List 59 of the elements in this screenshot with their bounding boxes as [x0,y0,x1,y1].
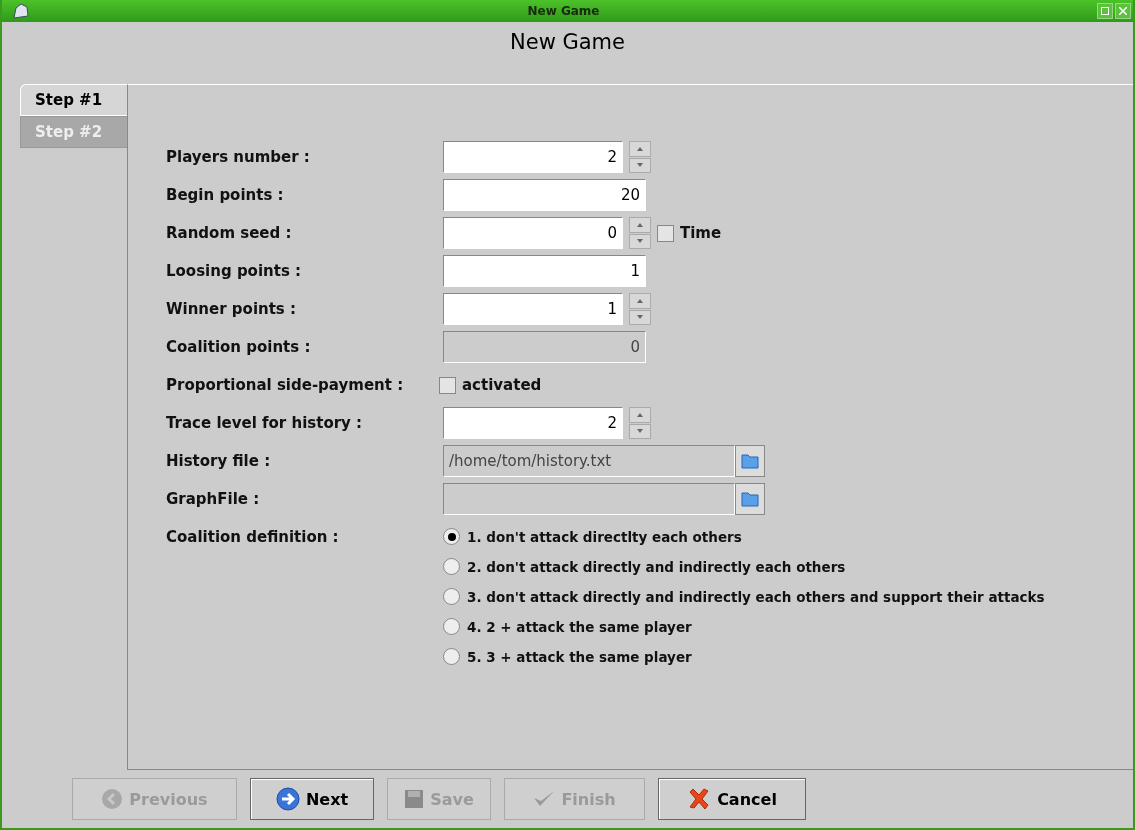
checkbox-label: activated [462,376,542,394]
close-icon [1119,7,1127,15]
step-tab[interactable]: Step #1 [20,84,127,116]
checkbox[interactable] [657,224,674,242]
number-field[interactable]: 0 [443,217,623,249]
field-label: Players number : [166,147,311,168]
down-arrow-icon [637,163,643,168]
file-path-field[interactable] [443,483,735,515]
folder-icon [741,491,759,507]
down-arrow-icon [637,429,643,434]
down-arrow-icon [637,239,643,244]
up-arrow-icon [637,146,643,151]
spinner-arrows[interactable] [629,217,651,249]
radio-button[interactable] [443,588,460,605]
field-label: Begin points : [166,185,285,206]
radio-button[interactable] [443,648,460,665]
checkbox[interactable] [439,376,456,394]
radio-label: 4. 2 + attack the same player [467,618,692,635]
browse-button[interactable] [735,483,765,515]
up-arrow-icon [637,412,643,417]
app-icon [12,2,30,20]
field-label: Coalition points : [166,337,312,358]
file-path-field[interactable]: /home/tom/history.txt [443,445,735,477]
dialog-heading: New Game [509,29,626,56]
square-icon [1101,7,1109,15]
field-label: Random seed : [166,223,293,244]
down-arrow-icon [637,315,643,320]
number-field[interactable]: 2 [443,141,623,173]
radio-label: 1. don't attack directlty each others [467,528,742,545]
folder-icon [741,453,759,469]
radio-label: 3. don't attack directly and indirectly each others and support their attacks [467,588,1045,605]
field-label: GraphFile : [166,489,261,510]
field-label: History file : [166,451,272,472]
number-field[interactable]: 1 [443,293,623,325]
browse-button[interactable] [735,445,765,477]
spinner-arrows[interactable] [629,293,651,325]
checkbox-label: Time [680,224,722,242]
number-field[interactable]: 1 [443,255,646,287]
field-label: Trace level for history : [166,413,364,434]
spinner-arrows[interactable] [629,141,651,173]
maximize-button[interactable] [1097,3,1113,19]
radio-label: 5. 3 + attack the same player [467,648,692,665]
field-label: Winner points : [166,299,298,320]
number-field[interactable]: 20 [443,179,646,211]
up-arrow-icon [637,298,643,303]
close-button[interactable] [1115,3,1131,19]
radio-button[interactable] [443,558,460,575]
next-button[interactable]: Next [250,778,374,820]
radio-label: 2. don't attack directly and indirectly each others [467,558,846,575]
spinner-arrows[interactable] [629,407,651,439]
field-label: Proportional side-payment : [166,375,405,396]
radio-button[interactable] [443,528,460,545]
field-label: Loosing points : [166,261,303,282]
up-arrow-icon [637,222,643,227]
window-title: New Game [526,4,601,18]
radio-button[interactable] [443,618,460,635]
number-field[interactable]: 2 [443,407,623,439]
field-label: Coalition definition : [166,527,340,548]
cancel-button[interactable]: Cancel [658,778,806,820]
